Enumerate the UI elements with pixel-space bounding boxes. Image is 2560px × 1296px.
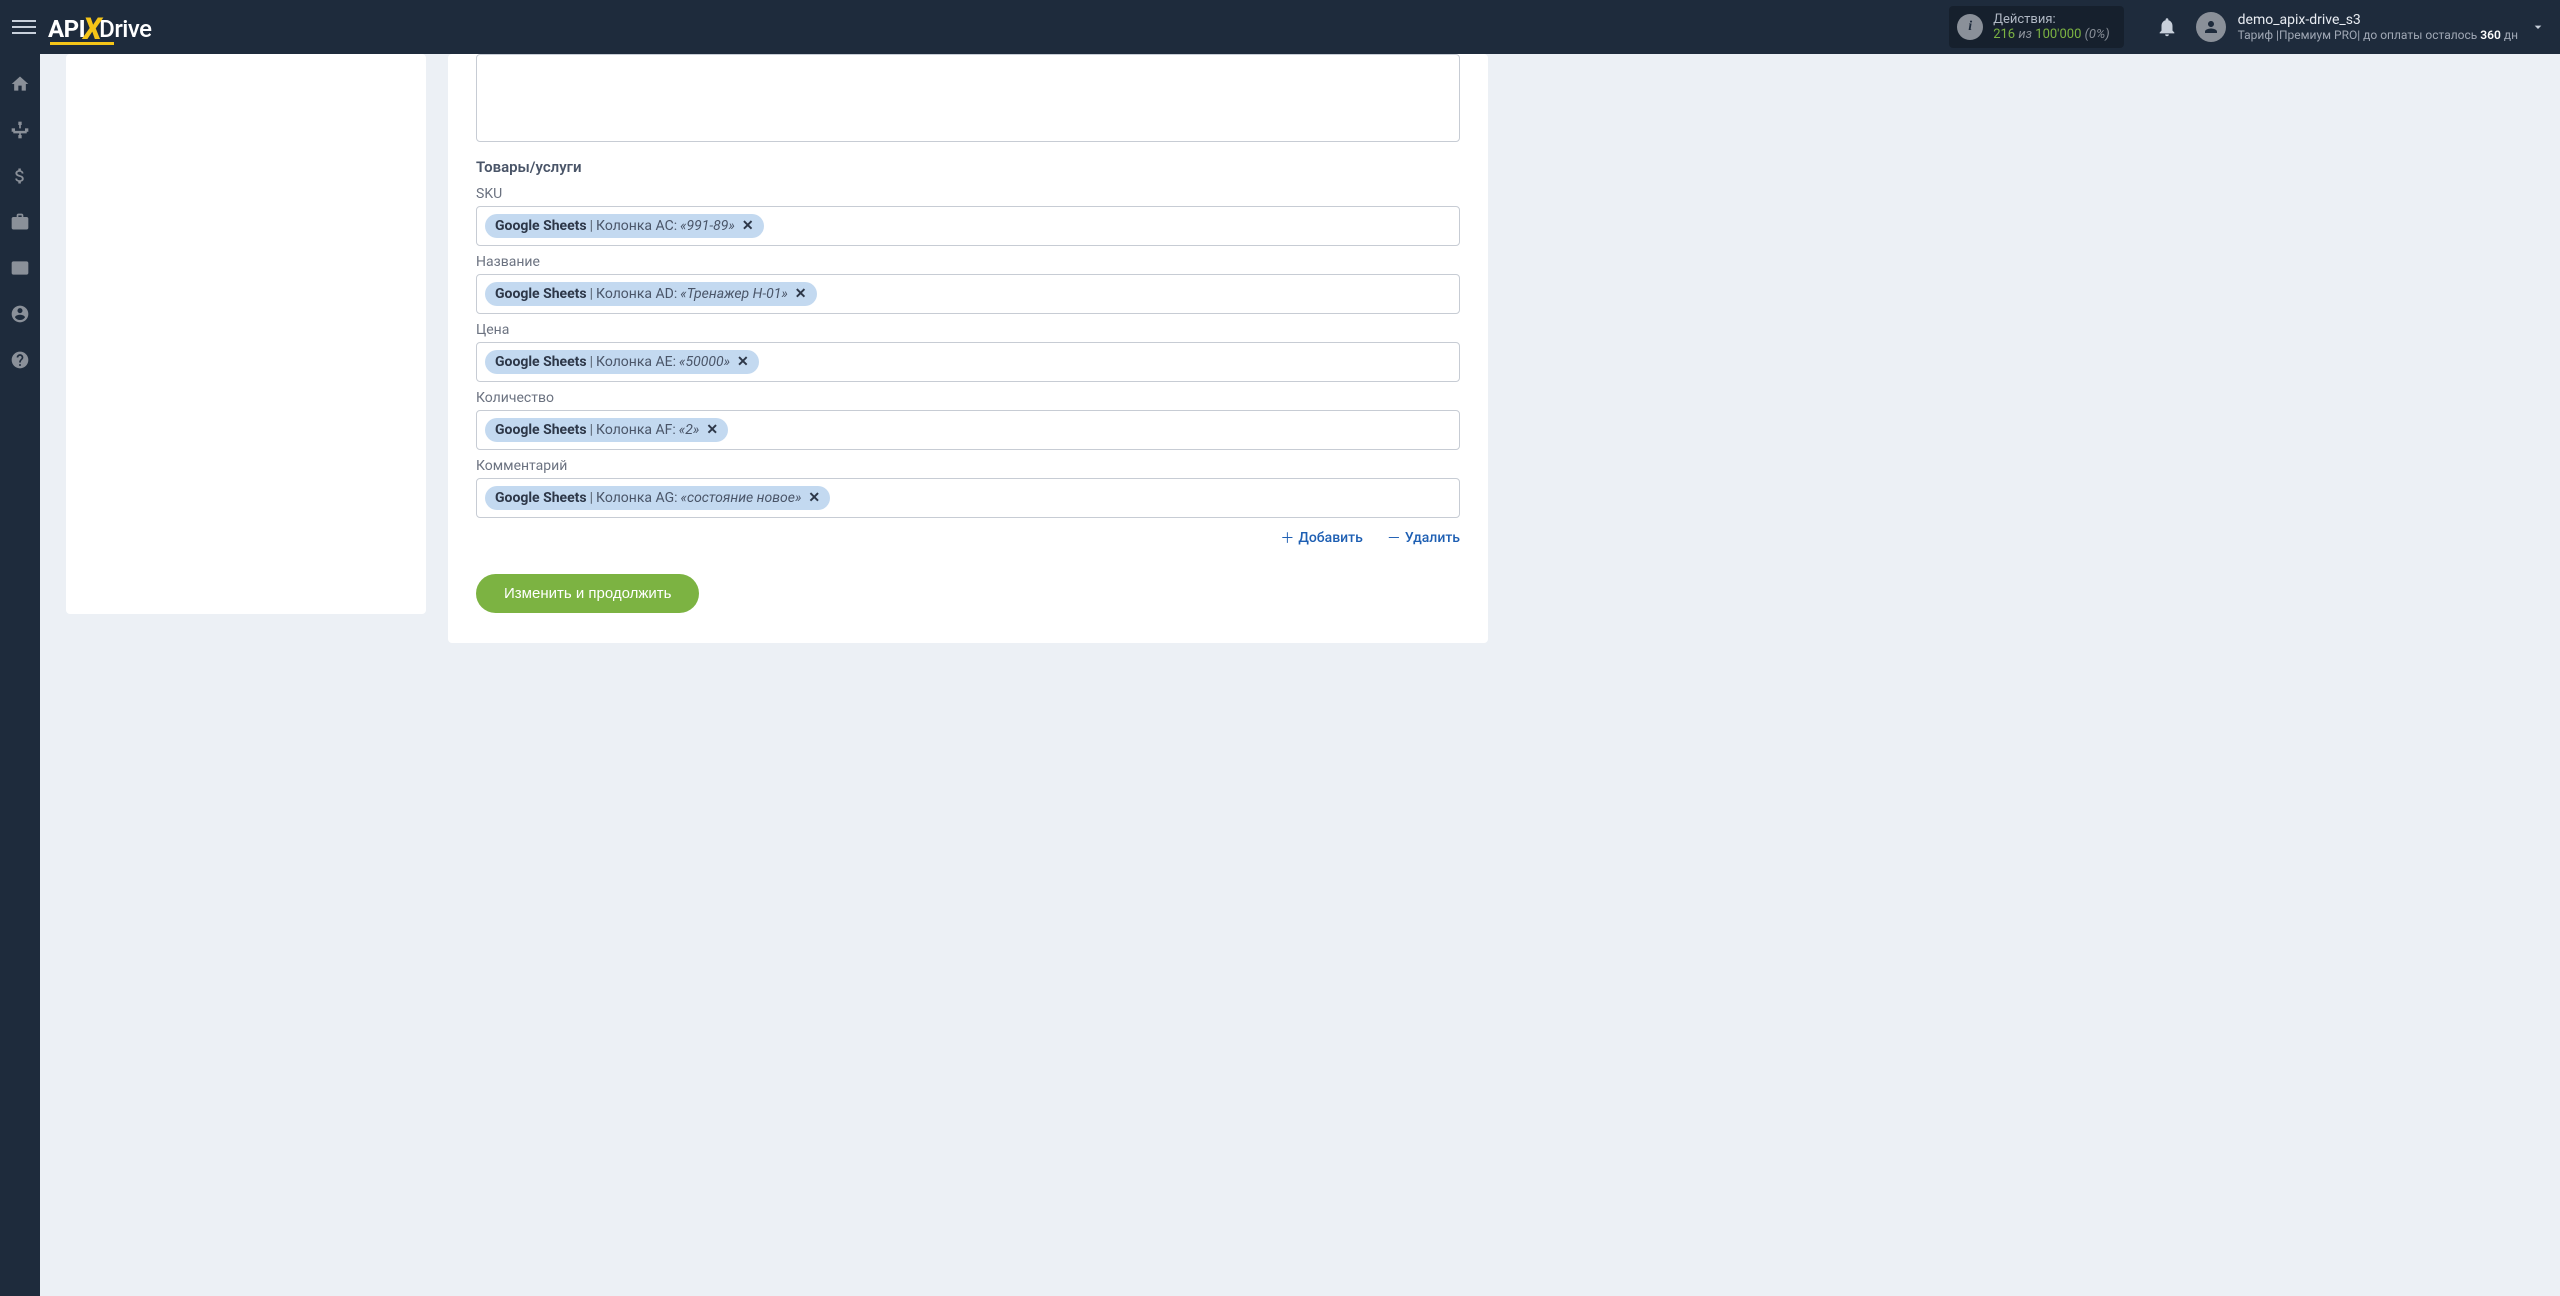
tag-source: Google Sheets bbox=[495, 286, 587, 302]
logo-underline bbox=[50, 42, 114, 45]
plus-icon: ＋ bbox=[1280, 528, 1294, 548]
tag-remove-icon[interactable]: ✕ bbox=[737, 354, 749, 370]
chevron-down-icon[interactable] bbox=[2530, 19, 2546, 35]
tariff-mid: | до оплаты осталось bbox=[2357, 28, 2480, 42]
top-bar: API X Drive i Действия: 216 из 100'000 (… bbox=[0, 0, 2560, 54]
username: demo_apix-drive_s3 bbox=[2238, 12, 2518, 28]
actions-limit: 100'000 bbox=[2035, 27, 2081, 42]
tag-column: Колонка AG: bbox=[596, 490, 677, 506]
field-label: Название bbox=[476, 254, 1460, 270]
logo[interactable]: API X Drive bbox=[48, 10, 152, 45]
tag-column: Колонка AC: bbox=[596, 218, 677, 234]
tag-remove-icon[interactable]: ✕ bbox=[795, 286, 807, 302]
actions-usage-pill[interactable]: i Действия: 216 из 100'000 (0%) bbox=[1949, 6, 2123, 48]
tag-value: «состояние новое» bbox=[681, 490, 802, 506]
nav-account[interactable] bbox=[0, 294, 40, 334]
field-label: SKU bbox=[476, 186, 1460, 202]
tariff-days: 360 bbox=[2480, 28, 2501, 42]
tag-source: Google Sheets bbox=[495, 354, 587, 370]
tag-column: Колонка AE: bbox=[596, 354, 676, 370]
add-label: Добавить bbox=[1298, 530, 1362, 546]
user-menu[interactable]: demo_apix-drive_s3 Тариф |Премиум PRO| д… bbox=[2196, 12, 2518, 42]
tag-value: «991-89» bbox=[680, 218, 735, 234]
field-input[interactable]: Google Sheets | Колонка AD: «Тренажер Н-… bbox=[476, 274, 1460, 314]
nav-billing[interactable] bbox=[0, 156, 40, 196]
avatar-icon bbox=[2196, 12, 2226, 42]
actions-pct: (0%) bbox=[2085, 27, 2110, 42]
tag-separator: | bbox=[590, 286, 593, 302]
tag-remove-icon[interactable]: ✕ bbox=[706, 422, 718, 438]
tag-remove-icon[interactable]: ✕ bbox=[808, 490, 820, 506]
tag-column: Колонка AD: bbox=[596, 286, 677, 302]
add-link[interactable]: ＋Добавить bbox=[1280, 528, 1362, 548]
tariff-days-suffix: дн bbox=[2501, 28, 2518, 42]
tag-source: Google Sheets bbox=[495, 422, 587, 438]
field-input[interactable]: Google Sheets | Колонка AC: «991-89» ✕ bbox=[476, 206, 1460, 246]
logo-text-api: API bbox=[48, 15, 85, 43]
nav-briefcase[interactable] bbox=[0, 202, 40, 242]
nav-video[interactable] bbox=[0, 248, 40, 288]
logo-text-drive: Drive bbox=[99, 15, 151, 43]
mapping-tag[interactable]: Google Sheets | Колонка AC: «991-89» ✕ bbox=[485, 214, 764, 238]
field-label: Цена bbox=[476, 322, 1460, 338]
actions-label: Действия: bbox=[1993, 12, 2109, 27]
section-title: Товары/услуги bbox=[476, 158, 1460, 176]
tag-separator: | bbox=[590, 490, 593, 506]
sidebar bbox=[0, 54, 40, 1296]
left-panel bbox=[66, 54, 426, 614]
tag-value: «2» bbox=[679, 422, 700, 438]
mapping-tag[interactable]: Google Sheets | Колонка AG: «состояние н… bbox=[485, 486, 830, 510]
nav-home[interactable] bbox=[0, 64, 40, 104]
nav-connections[interactable] bbox=[0, 110, 40, 150]
tag-value: «50000» bbox=[679, 354, 730, 370]
user-info: demo_apix-drive_s3 Тариф |Премиум PRO| д… bbox=[2238, 12, 2518, 42]
actions-used: 216 bbox=[1993, 27, 2015, 42]
mapping-tag[interactable]: Google Sheets | Колонка AF: «2» ✕ bbox=[485, 418, 728, 442]
delete-link[interactable]: －Удалить bbox=[1387, 528, 1460, 548]
info-icon: i bbox=[1957, 14, 1983, 40]
field-input[interactable]: Google Sheets | Колонка AE: «50000» ✕ bbox=[476, 342, 1460, 382]
tag-separator: | bbox=[590, 422, 593, 438]
tag-source: Google Sheets bbox=[495, 490, 587, 506]
minus-icon: － bbox=[1387, 528, 1401, 548]
field-label: Комментарий bbox=[476, 458, 1460, 474]
submit-button[interactable]: Изменить и продолжить bbox=[476, 574, 699, 613]
tag-separator: | bbox=[590, 218, 593, 234]
delete-label: Удалить bbox=[1405, 530, 1460, 546]
action-links: ＋Добавить －Удалить bbox=[476, 528, 1460, 548]
form-panel: Товары/услуги SKU Google Sheets | Колонка… bbox=[448, 54, 1488, 643]
menu-toggle-button[interactable] bbox=[12, 15, 36, 39]
tag-column: Колонка AF: bbox=[596, 422, 676, 438]
tag-separator: | bbox=[590, 354, 593, 370]
notifications-icon[interactable] bbox=[2156, 16, 2178, 38]
field-label: Количество bbox=[476, 390, 1460, 406]
tariff-plan: Премиум PRO bbox=[2279, 28, 2357, 42]
actions-of: из bbox=[2018, 27, 2032, 42]
mapping-tag[interactable]: Google Sheets | Колонка AD: «Тренажер Н-… bbox=[485, 282, 817, 306]
actions-usage-text: Действия: 216 из 100'000 (0%) bbox=[1993, 12, 2109, 42]
field-input[interactable]: Google Sheets | Колонка AG: «состояние н… bbox=[476, 478, 1460, 518]
tag-value: «Тренажер Н-01» bbox=[680, 286, 788, 302]
main-content: Товары/услуги SKU Google Sheets | Колонка… bbox=[40, 54, 2560, 683]
tariff-prefix: Тариф | bbox=[2238, 28, 2279, 42]
tag-source: Google Sheets bbox=[495, 218, 587, 234]
mapping-tag[interactable]: Google Sheets | Колонка AE: «50000» ✕ bbox=[485, 350, 759, 374]
tag-remove-icon[interactable]: ✕ bbox=[742, 218, 754, 234]
field-input[interactable]: Google Sheets | Колонка AF: «2» ✕ bbox=[476, 410, 1460, 450]
field-box-empty[interactable] bbox=[476, 54, 1460, 142]
nav-help[interactable] bbox=[0, 340, 40, 380]
